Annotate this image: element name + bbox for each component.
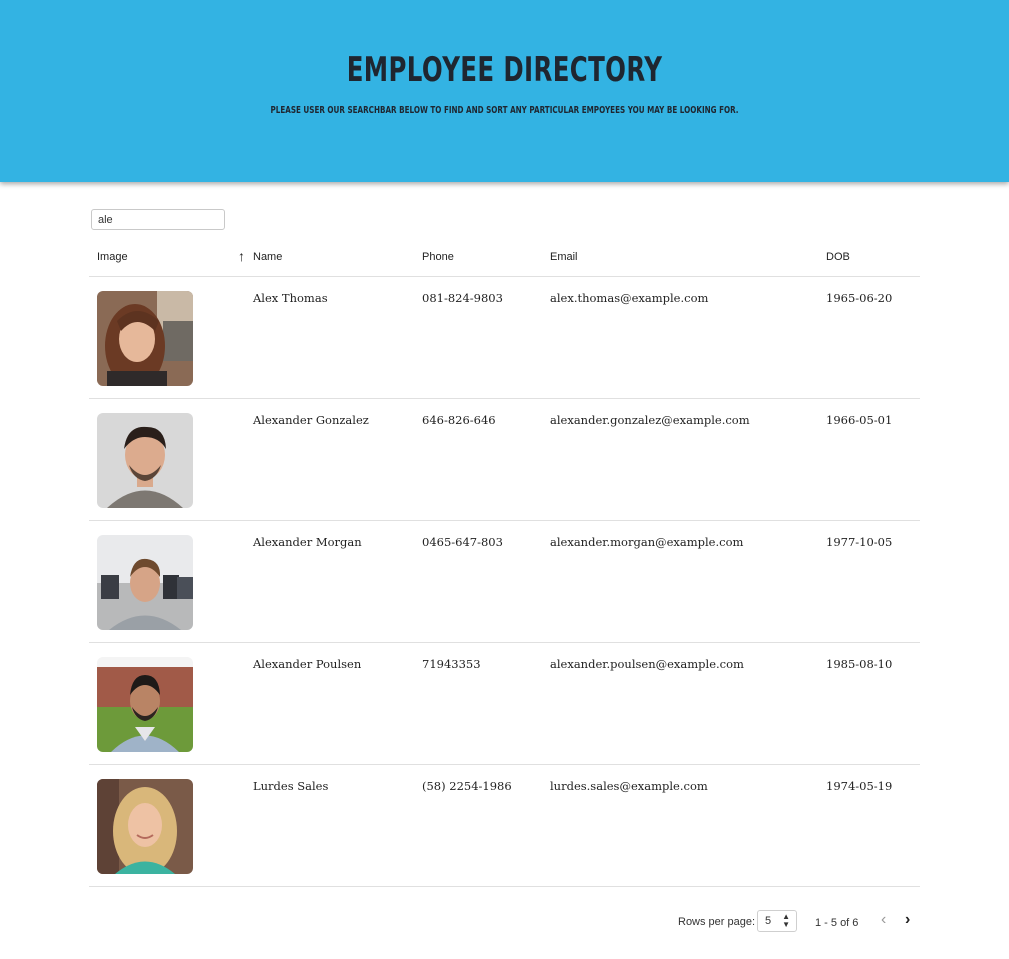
table-pagination: Rows per page: 5 ▲ ▼ 1 - 5 of 6 ‹ › bbox=[0, 908, 1009, 938]
employee-name: Alexander Gonzalez bbox=[253, 413, 369, 427]
employee-photo bbox=[97, 657, 193, 752]
employee-name: Lurdes Sales bbox=[253, 779, 329, 793]
employee-phone: 0465-647-803 bbox=[422, 535, 503, 549]
employee-name: Alexander Poulsen bbox=[253, 657, 362, 671]
employee-photo bbox=[97, 779, 193, 874]
employee-email: lurdes.sales@example.com bbox=[550, 779, 708, 793]
table-row: Lurdes Sales (58) 2254-1986 lurdes.sales… bbox=[89, 765, 920, 887]
pagination-range: 1 - 5 of 6 bbox=[815, 917, 859, 929]
column-header-image: Image bbox=[97, 251, 128, 263]
rows-per-page-select[interactable]: 5 ▲ ▼ bbox=[757, 910, 797, 932]
column-header-name[interactable]: Name bbox=[253, 250, 282, 264]
employee-phone: 646-826-646 bbox=[422, 413, 496, 427]
employee-email: alexander.morgan@example.com bbox=[550, 535, 744, 549]
employee-email: alex.thomas@example.com bbox=[550, 291, 709, 305]
employee-phone: (58) 2254-1986 bbox=[422, 779, 512, 793]
employee-dob: 1985-08-10 bbox=[826, 657, 893, 671]
employee-phone: 71943353 bbox=[422, 657, 481, 671]
employee-photo bbox=[97, 535, 193, 630]
column-header-email[interactable]: Email bbox=[550, 250, 578, 264]
sort-arrows-icon: ▲ ▼ bbox=[782, 912, 790, 929]
employee-dob: 1974-05-19 bbox=[826, 779, 893, 793]
page-title: EMPLOYEE DIRECTORY bbox=[346, 50, 663, 90]
employee-phone: 081-824-9803 bbox=[422, 291, 503, 305]
arrow-up-icon[interactable]: ↑ bbox=[238, 249, 245, 263]
employee-table: Image ↑ Name Phone Email DOB Alex Thomas… bbox=[89, 242, 920, 887]
table-header: Image ↑ Name Phone Email DOB bbox=[89, 242, 920, 277]
employee-name: Alexander Morgan bbox=[253, 535, 362, 549]
employee-email: alexander.poulsen@example.com bbox=[550, 657, 744, 671]
employee-photo bbox=[97, 413, 193, 508]
page-header: EMPLOYEE DIRECTORY PLEASE USER OUR SEARC… bbox=[0, 0, 1009, 182]
chevron-left-icon[interactable]: ‹ bbox=[881, 912, 886, 928]
employee-dob: 1977-10-05 bbox=[826, 535, 893, 549]
rows-per-page-label: Rows per page: bbox=[678, 916, 756, 928]
employee-photo bbox=[97, 291, 193, 386]
page-subtitle: PLEASE USER OUR SEARCHBAR BELOW TO FIND … bbox=[270, 105, 739, 116]
employee-email: alexander.gonzalez@example.com bbox=[550, 413, 750, 427]
search-input[interactable] bbox=[91, 209, 225, 230]
chevron-right-icon[interactable]: › bbox=[905, 912, 910, 928]
table-row: Alexander Poulsen 71943353 alexander.pou… bbox=[89, 643, 920, 765]
table-row: Alexander Morgan 0465-647-803 alexander.… bbox=[89, 521, 920, 643]
column-header-phone[interactable]: Phone bbox=[422, 250, 454, 264]
employee-dob: 1965-06-20 bbox=[826, 291, 893, 305]
table-row: Alexander Gonzalez 646-826-646 alexander… bbox=[89, 399, 920, 521]
rows-per-page-value: 5 bbox=[765, 915, 772, 927]
employee-name: Alex Thomas bbox=[253, 291, 328, 305]
table-row: Alex Thomas 081-824-9803 alex.thomas@exa… bbox=[89, 277, 920, 399]
employee-dob: 1966-05-01 bbox=[826, 413, 893, 427]
column-header-dob[interactable]: DOB bbox=[826, 250, 850, 264]
